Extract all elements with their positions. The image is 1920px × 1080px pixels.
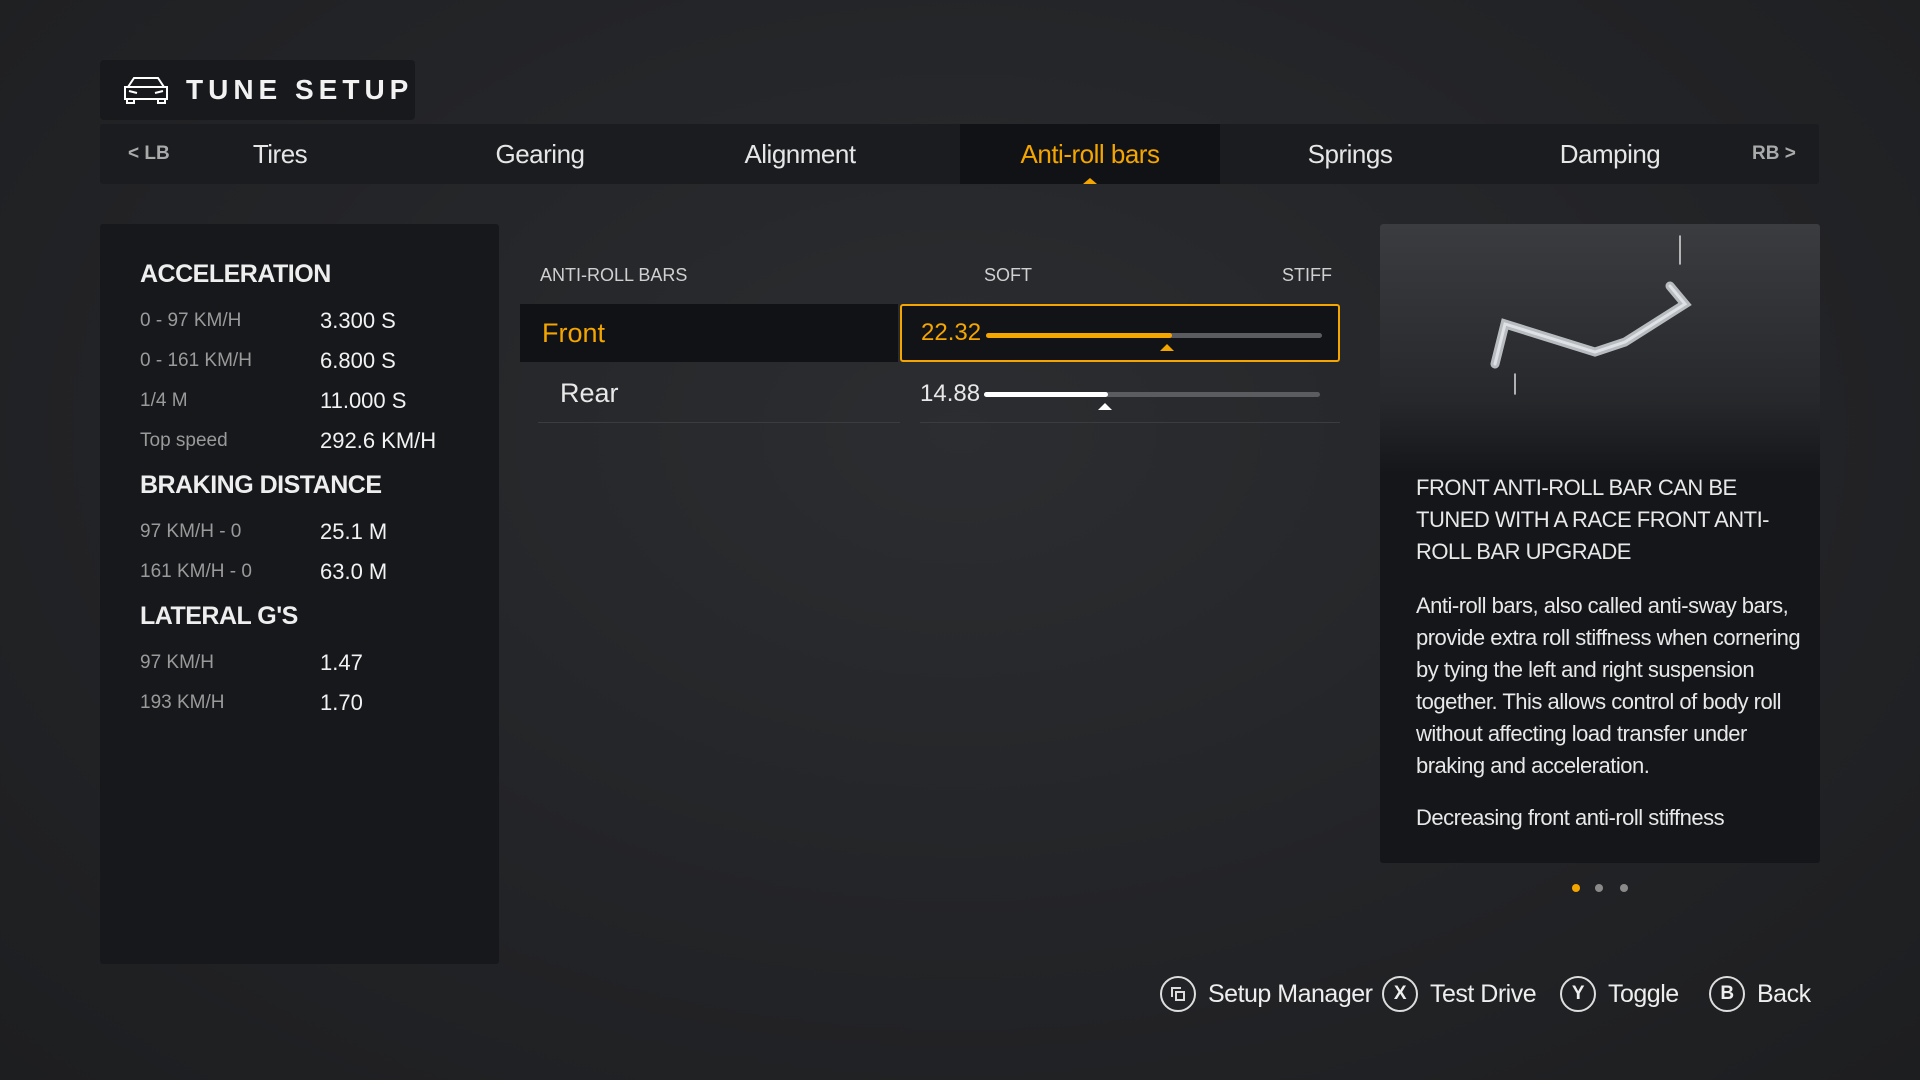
acceleration-heading: ACCELERATION [140, 260, 331, 288]
setup-manager-button[interactable]: Setup Manager [1160, 976, 1373, 1012]
stat-row: 1/4 M 11.000 S [140, 381, 499, 421]
stat-value: 1.47 [320, 650, 363, 675]
info-body: Anti-roll bars, also called anti-sway ba… [1416, 593, 1801, 778]
stat-row: 193 KM/H 1.70 [140, 683, 499, 723]
section-label: ANTI-ROLL BARS [540, 265, 688, 285]
info-text[interactable]: FRONT ANTI-ROLL BAR CAN BE TUNED WITH A … [1416, 472, 1801, 856]
stat-row: 97 KM/H 1.47 [140, 643, 499, 683]
stat-value: 1.70 [320, 690, 363, 715]
setup-manager-icon [1160, 976, 1196, 1012]
stat-label: Top speed [140, 430, 228, 451]
stat-value: 6.800 S [320, 348, 396, 373]
page-dot-3[interactable] [1620, 884, 1628, 892]
test-drive-button[interactable]: X Test Drive [1382, 976, 1537, 1012]
x-button-icon: X [1382, 976, 1418, 1012]
stat-row: 0 - 161 KM/H 6.800 S [140, 341, 499, 381]
braking-heading: BRAKING DISTANCE [140, 471, 382, 499]
rear-slider[interactable]: 14.88 [920, 365, 1340, 423]
info-heading: FRONT ANTI-ROLL BAR CAN BE TUNED WITH A … [1416, 475, 1770, 564]
rb-button[interactable]: RB > [1752, 124, 1796, 184]
stat-row: 0 - 97 KM/H 3.300 S [140, 301, 499, 341]
stat-label: 161 KM/H - 0 [140, 561, 252, 582]
car-icon [124, 77, 168, 104]
tab-alignment[interactable]: Alignment [670, 124, 930, 184]
soft-label: SOFT [984, 265, 1032, 285]
toggle-button[interactable]: Y Toggle [1560, 976, 1679, 1012]
info-body-continued: Decreasing front anti-roll stiffness [1416, 805, 1725, 830]
front-track[interactable] [986, 333, 1322, 351]
tab-tires[interactable]: Tires [150, 124, 410, 184]
stat-label: 0 - 161 KM/H [140, 350, 252, 371]
y-button-icon: Y [1560, 976, 1596, 1012]
stat-value: 63.0 M [320, 559, 388, 584]
stat-label: 97 KM/H - 0 [140, 521, 242, 542]
stat-label: 97 KM/H [140, 652, 214, 673]
rear-fill [984, 392, 1109, 397]
button-label: Test Drive [1430, 979, 1537, 1008]
stat-row: 161 KM/H - 0 63.0 M [140, 552, 499, 592]
button-label: Back [1757, 979, 1811, 1008]
stat-label: 0 - 97 KM/H [140, 310, 242, 331]
stat-label: 1/4 M [140, 390, 188, 411]
tab-damping[interactable]: Damping [1480, 124, 1740, 184]
stats-panel: ACCELERATION 0 - 97 KM/H 3.300 S 0 - 161 … [100, 224, 499, 964]
front-value: 22.32 [921, 319, 982, 346]
stat-value: 25.1 M [320, 519, 388, 544]
anti-roll-bar-icon [1490, 235, 1692, 395]
rear-value: 14.88 [920, 379, 981, 407]
page-title: TUNE SETUP [186, 74, 414, 105]
rear-row[interactable]: Rear 14.88 [520, 365, 1340, 423]
rear-track[interactable] [984, 392, 1320, 410]
stat-value: 11.000 S [320, 388, 407, 413]
front-fill [986, 333, 1173, 338]
stat-value: 3.300 S [320, 308, 396, 333]
button-label: Setup Manager [1208, 979, 1373, 1008]
rear-stock-marker [1097, 403, 1112, 410]
front-stock-marker [1160, 344, 1175, 351]
info-panel: FRONT ANTI-ROLL BAR CAN BE TUNED WITH A … [1380, 224, 1820, 863]
rear-label: Rear [538, 365, 900, 423]
b-button-icon: B [1709, 976, 1745, 1012]
tab-anti-roll-bars[interactable]: Anti-roll bars [960, 124, 1220, 184]
front-row[interactable]: Front 22.32 [520, 304, 1340, 362]
front-slider[interactable]: 22.32 [900, 304, 1340, 362]
tab-springs[interactable]: Springs [1220, 124, 1480, 184]
page-dot-2[interactable] [1595, 884, 1603, 892]
title-box: TUNE SETUP [100, 60, 415, 120]
lateral-heading: LATERAL G'S [140, 602, 298, 630]
anti-roll-bar-image [1380, 224, 1820, 474]
front-label: Front [520, 304, 898, 362]
button-label: Toggle [1608, 979, 1679, 1008]
tab-gearing[interactable]: Gearing [410, 124, 670, 184]
tab-bar: < LB Tires Gearing Alignment Anti-roll b… [100, 124, 1819, 184]
stat-value: 292.6 KM/H [320, 428, 437, 453]
stat-label: 193 KM/H [140, 692, 225, 713]
stat-row: 97 KM/H - 0 25.1 M [140, 512, 499, 552]
page-dot-1[interactable] [1572, 884, 1580, 892]
stiff-label: STIFF [1282, 265, 1332, 285]
back-button[interactable]: B Back [1709, 976, 1811, 1012]
stat-row: Top speed 292.6 KM/H [140, 421, 499, 461]
